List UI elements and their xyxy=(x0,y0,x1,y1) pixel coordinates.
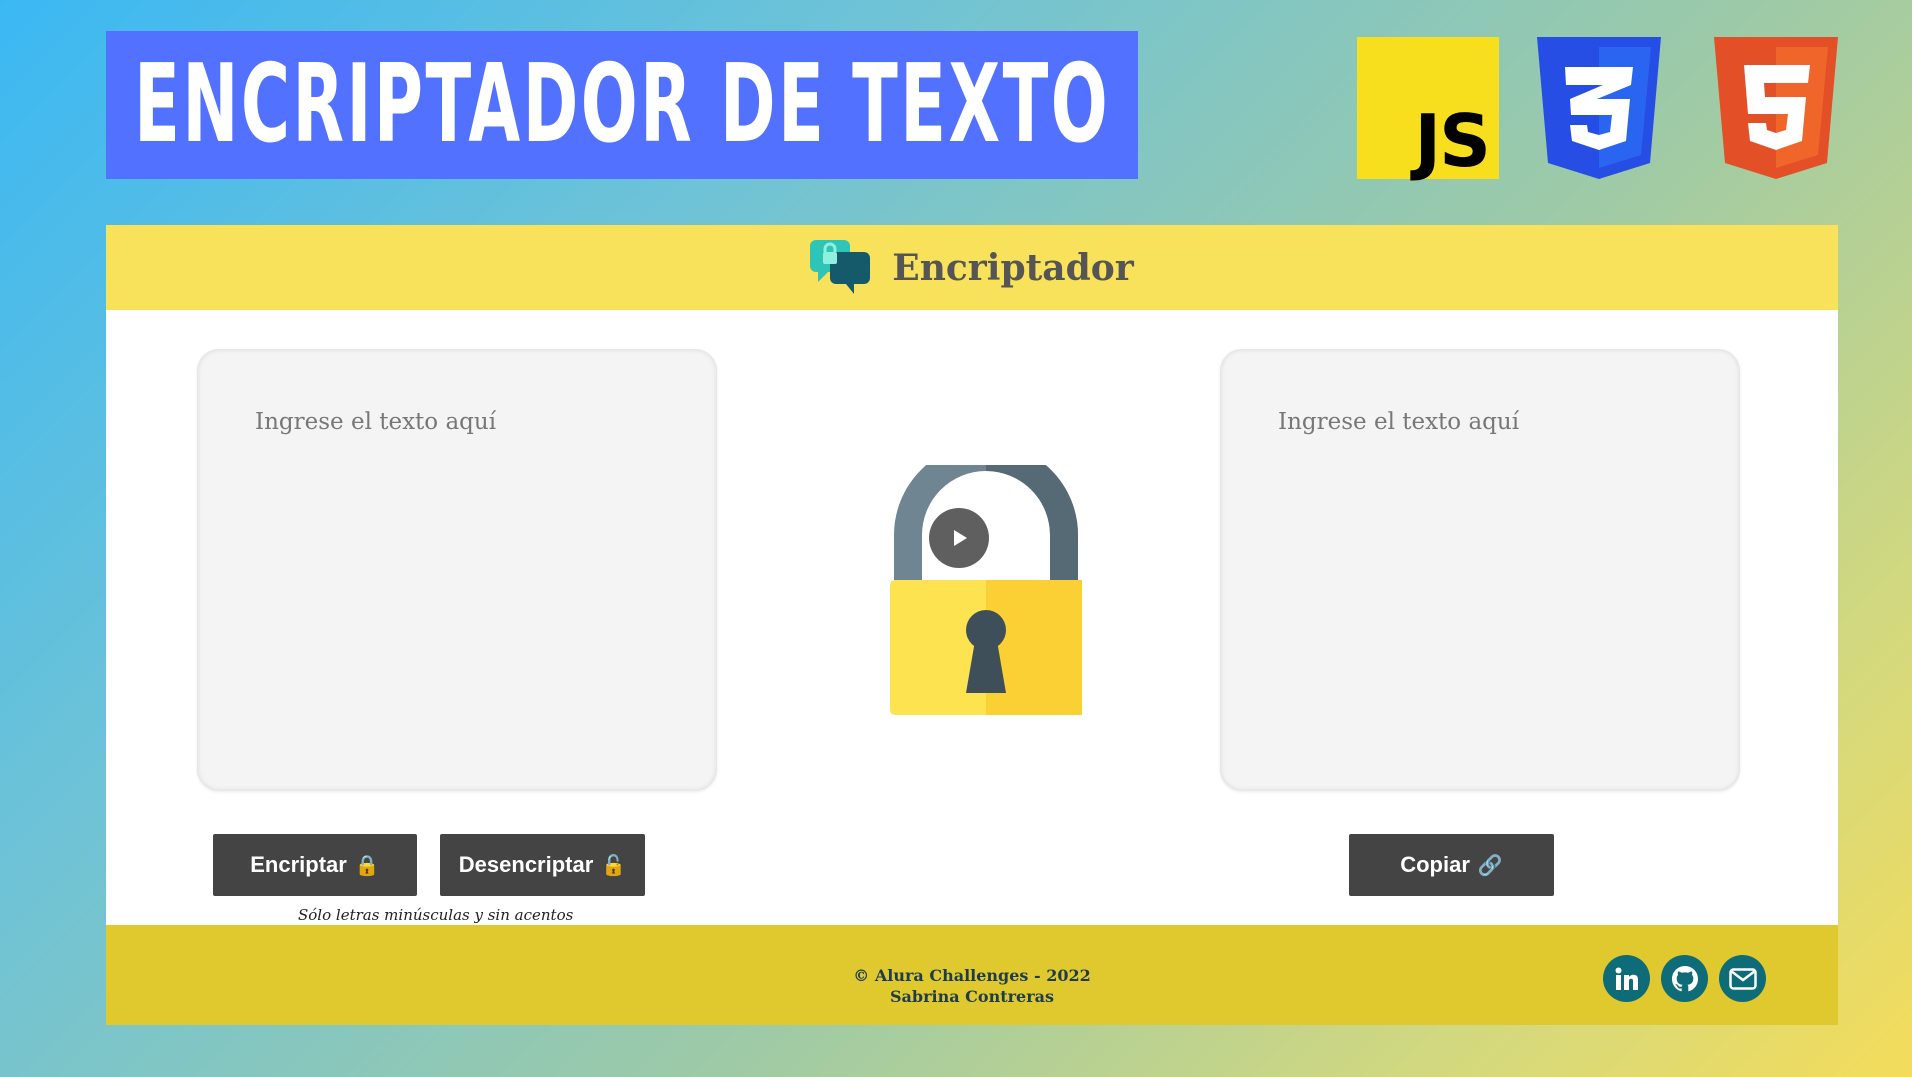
input-textarea-container xyxy=(197,349,717,791)
play-button[interactable] xyxy=(929,508,989,568)
github-link[interactable] xyxy=(1661,955,1708,1002)
chat-lock-icon xyxy=(810,239,871,294)
lock-icon: 🔒 xyxy=(354,854,380,877)
linkedin-icon xyxy=(1615,967,1638,990)
encrypt-button-label: Encriptar xyxy=(250,852,347,877)
github-icon xyxy=(1671,965,1698,991)
decrypt-button[interactable]: Desencriptar 🔓 xyxy=(440,834,645,896)
decrypt-button-label: Desencriptar xyxy=(458,852,594,877)
footer-author: Sabrina Contreras xyxy=(889,987,1055,1006)
output-textarea[interactable] xyxy=(1276,407,1688,737)
output-textarea-container xyxy=(1220,349,1740,791)
play-icon xyxy=(954,530,967,546)
unlock-icon: 🔓 xyxy=(601,854,627,877)
encrypt-button[interactable]: Encriptar 🔒 xyxy=(213,834,417,896)
copy-button-label: Copiar xyxy=(1400,852,1470,877)
footer-copyright: © Alura Challenges - 2022 xyxy=(853,966,1091,985)
app-header: Encriptador xyxy=(106,225,1838,310)
javascript-logo-text: JS xyxy=(1414,99,1491,183)
javascript-logo: JS xyxy=(1357,37,1499,179)
input-hint: Sólo letras minúsculas y sin acentos xyxy=(298,906,574,924)
input-textarea[interactable] xyxy=(253,407,665,737)
encryptor-app: Encriptador Encriptar 🔒 Desencriptar 🔓 C… xyxy=(106,225,1838,1025)
css3-logo-icon xyxy=(1537,37,1661,179)
link-icon: 🔗 xyxy=(1477,854,1503,877)
mail-icon xyxy=(1728,967,1757,990)
mail-link[interactable] xyxy=(1719,955,1766,1002)
title-banner: ENCRIPTADOR DE TEXTO xyxy=(106,31,1138,179)
app-header-title: Encriptador xyxy=(892,246,1134,289)
banner-title: ENCRIPTADOR DE TEXTO xyxy=(133,42,1111,167)
padlock-icon xyxy=(890,465,1082,715)
linkedin-link[interactable] xyxy=(1603,955,1650,1002)
html5-logo-icon xyxy=(1714,37,1838,179)
copy-button[interactable]: Copiar 🔗 xyxy=(1349,834,1554,896)
app-footer: © Alura Challenges - 2022 Sabrina Contre… xyxy=(106,925,1838,1025)
footer-credits: © Alura Challenges - 2022 Sabrina Contre… xyxy=(106,965,1838,1007)
